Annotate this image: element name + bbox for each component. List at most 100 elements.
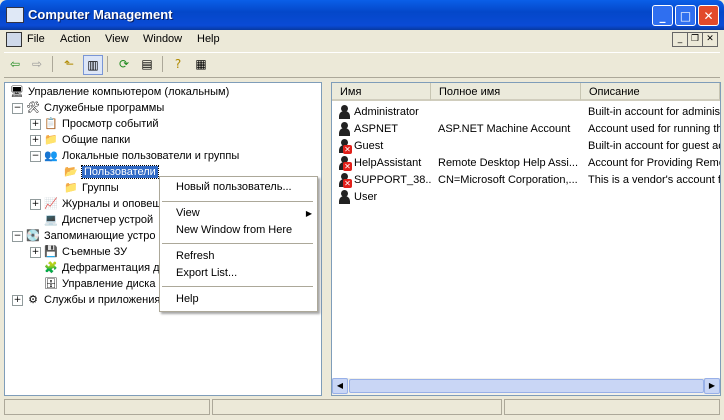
expand-icon[interactable]: + <box>12 295 23 306</box>
tree-item-logs-alerts[interactable]: 📈 Журналы и оповещ <box>43 196 161 212</box>
row-cell-full-name[interactable] <box>438 104 578 121</box>
tools-icon: 🛠 <box>26 102 40 115</box>
help-icon[interactable]: ? <box>169 55 187 73</box>
row-cell-name[interactable]: User <box>354 189 431 206</box>
column-header-full-name[interactable]: Полное имя <box>431 83 581 101</box>
menu-item-new-user[interactable]: Новый пользователь... <box>160 179 317 196</box>
mdi-close-icon[interactable]: ✕ <box>702 32 718 47</box>
row-cell-name[interactable]: Administrator <box>354 104 431 121</box>
menu-item-new-window[interactable]: New Window from Here <box>160 222 317 239</box>
back-arrow-icon[interactable]: ⇦ <box>6 55 24 73</box>
expand-icon[interactable]: + <box>30 135 41 146</box>
row-cell-name[interactable]: Guest <box>354 138 431 155</box>
device-manager-icon: 💻 <box>44 214 58 227</box>
submenu-arrow-icon: ▶ <box>305 209 312 218</box>
toolbar-separator <box>107 56 108 72</box>
menu-separator <box>162 201 313 202</box>
horizontal-scrollbar[interactable]: ◀ ▶ <box>332 378 720 395</box>
tree-item-shared-folders[interactable]: 📁 Общие папки <box>43 132 130 148</box>
status-bar <box>4 398 720 416</box>
tree-item-removable-storage[interactable]: 💾 Съемные ЗУ <box>43 244 127 260</box>
computer-icon: 🖥 <box>10 86 24 99</box>
tree-item-users[interactable]: 📂 Пользователи <box>63 164 159 180</box>
menu-item-refresh[interactable]: Refresh <box>160 248 317 265</box>
menu-separator <box>162 243 313 244</box>
tree-item-system-tools[interactable]: 🛠 Служебные программы <box>25 100 164 116</box>
collapse-icon[interactable]: − <box>30 151 41 162</box>
minimize-button[interactable]: _ <box>652 5 673 26</box>
menu-item-export-list[interactable]: Export List... <box>160 265 317 282</box>
status-segment <box>4 399 210 415</box>
row-cell-description[interactable]: Account for Providing Remo <box>588 155 720 172</box>
row-cell-full-name[interactable]: CN=Microsoft Corporation,... <box>438 172 578 189</box>
close-button[interactable]: ✕ <box>698 5 719 26</box>
row-cell-description[interactable]: Account used for running th <box>588 121 720 138</box>
menu-item-help[interactable]: Help <box>160 291 317 308</box>
row-cell-full-name[interactable] <box>438 138 578 155</box>
row-cell-name[interactable]: HelpAssistant <box>354 155 431 172</box>
menu-help[interactable]: Help <box>197 33 220 45</box>
tree-item-local-users-groups[interactable]: 👥 Локальные пользователи и группы <box>43 148 239 164</box>
scroll-right-icon[interactable]: ▶ <box>704 378 720 394</box>
menu-view[interactable]: View <box>105 33 129 45</box>
performance-logs-icon: 📈 <box>44 198 58 211</box>
toolbar: ⇦ ⇨ ⬑ ▥ ⟳ ▤ ? ▦ <box>4 52 720 78</box>
mdi-restore-icon[interactable]: ❐ <box>687 32 703 47</box>
menu-action[interactable]: Action <box>60 33 91 45</box>
expand-icon[interactable]: + <box>30 199 41 210</box>
properties-icon[interactable]: ▦ <box>192 55 210 73</box>
disabled-user-icon: ✕ <box>337 173 352 188</box>
row-cell-description[interactable] <box>588 189 720 206</box>
row-cell-description[interactable]: Built-in account for administ <box>588 104 720 121</box>
row-cell-name[interactable]: ASPNET <box>354 121 431 138</box>
row-cell-full-name[interactable]: Remote Desktop Help Assi... <box>438 155 578 172</box>
status-segment <box>212 399 502 415</box>
mdi-system-icon[interactable] <box>6 32 22 47</box>
menu-file[interactable]: File <box>27 33 45 45</box>
user-list-view[interactable]: Имя Полное имя Описание Administrator Bui… <box>331 82 721 396</box>
row-cell-name[interactable]: SUPPORT_38... <box>354 172 431 189</box>
disabled-user-icon: ✕ <box>337 156 352 171</box>
tree-item-event-viewer[interactable]: 📋 Просмотр событий <box>43 116 158 132</box>
up-folder-icon[interactable]: ⬑ <box>60 55 78 73</box>
defrag-icon: 🧩 <box>44 262 58 275</box>
row-cell-description[interactable]: Built-in account for guest ac <box>588 138 720 155</box>
tree-item-device-manager[interactable]: 💻 Диспетчер устрой <box>43 212 153 228</box>
context-menu: Новый пользователь... View ▶ New Window f… <box>159 176 318 312</box>
show-tree-icon[interactable]: ▥ <box>83 55 103 75</box>
row-cell-description[interactable]: This is a vendor's account fo <box>588 172 720 189</box>
tree-item-disk-management[interactable]: 🗄 Управление диска <box>43 276 155 292</box>
user-icon <box>337 122 352 137</box>
maximize-button[interactable]: □ <box>675 5 696 26</box>
column-header-name[interactable]: Имя <box>332 83 431 101</box>
status-segment <box>504 399 720 415</box>
row-cell-full-name[interactable] <box>438 189 578 206</box>
forward-arrow-icon[interactable]: ⇨ <box>28 55 46 73</box>
menu-separator <box>162 286 313 287</box>
refresh-icon[interactable]: ⟳ <box>115 55 133 73</box>
user-icon <box>337 105 352 120</box>
export-list-icon[interactable]: ▤ <box>138 55 156 73</box>
scroll-left-icon[interactable]: ◀ <box>332 378 348 394</box>
row-cell-full-name[interactable]: ASP.NET Machine Account <box>438 121 578 138</box>
tree-root[interactable]: 🖥 Управление компьютером (локальным) <box>9 84 229 100</box>
folder-icon: 📁 <box>44 134 58 147</box>
storage-icon: 💽 <box>26 230 40 243</box>
tree-item-defrag[interactable]: 🧩 Дефрагментация д <box>43 260 159 276</box>
expand-icon[interactable]: + <box>30 119 41 130</box>
computer-management-icon <box>6 7 24 23</box>
collapse-icon[interactable]: − <box>12 103 23 114</box>
column-header-description[interactable]: Описание <box>581 83 720 101</box>
tree-item-services-apps[interactable]: ⚙ Службы и приложения <box>25 292 160 308</box>
tree-item-groups[interactable]: 📁 Группы <box>63 180 119 196</box>
menu-window[interactable]: Window <box>143 33 182 45</box>
toolbar-separator <box>52 56 53 72</box>
mdi-minimize-icon[interactable]: _ <box>672 32 688 47</box>
scroll-thumb[interactable] <box>349 379 704 393</box>
tree-item-storage[interactable]: 💽 Запоминающие устро <box>25 228 155 244</box>
menu-item-view[interactable]: View ▶ <box>160 205 317 222</box>
event-viewer-icon: 📋 <box>44 118 58 131</box>
collapse-icon[interactable]: − <box>12 231 23 242</box>
expand-icon[interactable]: + <box>30 247 41 258</box>
user-icon <box>337 190 352 205</box>
